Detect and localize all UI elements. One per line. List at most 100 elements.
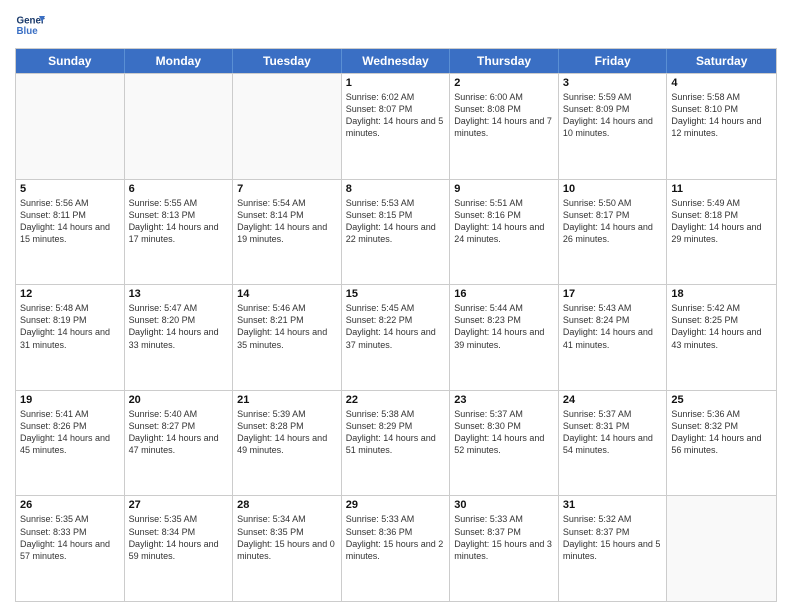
- weekday-header: Wednesday: [342, 49, 451, 73]
- day-info: Sunrise: 5:36 AM Sunset: 8:32 PM Dayligh…: [671, 408, 772, 457]
- day-info: Sunrise: 5:34 AM Sunset: 8:35 PM Dayligh…: [237, 513, 337, 562]
- day-info: Sunrise: 5:33 AM Sunset: 8:36 PM Dayligh…: [346, 513, 446, 562]
- day-info: Sunrise: 5:37 AM Sunset: 8:30 PM Dayligh…: [454, 408, 554, 457]
- day-info: Sunrise: 5:33 AM Sunset: 8:37 PM Dayligh…: [454, 513, 554, 562]
- day-info: Sunrise: 5:39 AM Sunset: 8:28 PM Dayligh…: [237, 408, 337, 457]
- day-number: 5: [20, 183, 120, 195]
- day-info: Sunrise: 6:02 AM Sunset: 8:07 PM Dayligh…: [346, 91, 446, 140]
- calendar-week: 12Sunrise: 5:48 AM Sunset: 8:19 PM Dayli…: [16, 284, 776, 390]
- day-info: Sunrise: 5:50 AM Sunset: 8:17 PM Dayligh…: [563, 197, 663, 246]
- day-cell: 3Sunrise: 5:59 AM Sunset: 8:09 PM Daylig…: [559, 74, 668, 179]
- day-number: 16: [454, 288, 554, 300]
- day-number: 12: [20, 288, 120, 300]
- svg-text:Blue: Blue: [17, 26, 39, 37]
- day-info: Sunrise: 5:40 AM Sunset: 8:27 PM Dayligh…: [129, 408, 229, 457]
- day-cell: 21 Sunrise: 5:39 AM Sunset: 8:28 PM Dayli…: [233, 391, 342, 496]
- day-number: 1: [346, 77, 446, 89]
- weekday-header: Tuesday: [233, 49, 342, 73]
- calendar-header: SundayMondayTuesdayWednesdayThursdayFrid…: [16, 49, 776, 73]
- day-number: 6: [129, 183, 229, 195]
- day-info: Sunrise: 5:56 AM Sunset: 8:11 PM Dayligh…: [20, 197, 120, 246]
- header: General Blue: [15, 10, 777, 40]
- day-number: 19: [20, 394, 120, 406]
- calendar: SundayMondayTuesdayWednesdayThursdayFrid…: [15, 48, 777, 602]
- day-number: 15: [346, 288, 446, 300]
- day-number: 24: [563, 394, 663, 406]
- day-cell: 15 Sunrise: 5:45 AM Sunset: 8:22 PM Dayli…: [342, 285, 451, 390]
- day-number: 30: [454, 499, 554, 511]
- day-cell: 22 Sunrise: 5:38 AM Sunset: 8:29 PM Dayli…: [342, 391, 451, 496]
- day-info: Sunrise: 5:44 AM Sunset: 8:23 PM Dayligh…: [454, 302, 554, 351]
- day-number: 10: [563, 183, 663, 195]
- day-cell: 27Sunrise: 5:35 AM Sunset: 8:34 PM Dayli…: [125, 496, 234, 601]
- day-info: Sunrise: 5:49 AM Sunset: 8:18 PM Dayligh…: [671, 197, 772, 246]
- day-number: 27: [129, 499, 229, 511]
- empty-cell: [125, 74, 234, 179]
- day-cell: 12Sunrise: 5:48 AM Sunset: 8:19 PM Dayli…: [16, 285, 125, 390]
- day-number: 22: [346, 394, 446, 406]
- day-info: Sunrise: 5:51 AM Sunset: 8:16 PM Dayligh…: [454, 197, 554, 246]
- empty-cell: [667, 496, 776, 601]
- day-info: Sunrise: 5:59 AM Sunset: 8:09 PM Dayligh…: [563, 91, 663, 140]
- calendar-week: 26Sunrise: 5:35 AM Sunset: 8:33 PM Dayli…: [16, 495, 776, 601]
- weekday-header: Saturday: [667, 49, 776, 73]
- day-cell: 7Sunrise: 5:54 AM Sunset: 8:14 PM Daylig…: [233, 180, 342, 285]
- day-cell: 30 Sunrise: 5:33 AM Sunset: 8:37 PM Dayli…: [450, 496, 559, 601]
- day-cell: 29 Sunrise: 5:33 AM Sunset: 8:36 PM Dayli…: [342, 496, 451, 601]
- day-cell: 23 Sunrise: 5:37 AM Sunset: 8:30 PM Dayli…: [450, 391, 559, 496]
- day-number: 11: [671, 183, 772, 195]
- day-cell: 20 Sunrise: 5:40 AM Sunset: 8:27 PM Dayli…: [125, 391, 234, 496]
- weekday-header: Monday: [125, 49, 234, 73]
- day-number: 17: [563, 288, 663, 300]
- day-cell: 18Sunrise: 5:42 AM Sunset: 8:25 PM Dayli…: [667, 285, 776, 390]
- day-cell: 11 Sunrise: 5:49 AM Sunset: 8:18 PM Dayli…: [667, 180, 776, 285]
- day-info: Sunrise: 5:45 AM Sunset: 8:22 PM Dayligh…: [346, 302, 446, 351]
- day-number: 29: [346, 499, 446, 511]
- day-cell: 6 Sunrise: 5:55 AM Sunset: 8:13 PM Daylig…: [125, 180, 234, 285]
- day-number: 20: [129, 394, 229, 406]
- day-cell: 2 Sunrise: 6:00 AM Sunset: 8:08 PM Daylig…: [450, 74, 559, 179]
- day-cell: 17 Sunrise: 5:43 AM Sunset: 8:24 PM Dayli…: [559, 285, 668, 390]
- calendar-week: 5 Sunrise: 5:56 AM Sunset: 8:11 PM Daylig…: [16, 179, 776, 285]
- day-cell: 10 Sunrise: 5:50 AM Sunset: 8:17 PM Dayli…: [559, 180, 668, 285]
- day-number: 4: [671, 77, 772, 89]
- day-cell: 4Sunrise: 5:58 AM Sunset: 8:10 PM Daylig…: [667, 74, 776, 179]
- day-cell: 25 Sunrise: 5:36 AM Sunset: 8:32 PM Dayli…: [667, 391, 776, 496]
- day-cell: 16 Sunrise: 5:44 AM Sunset: 8:23 PM Dayli…: [450, 285, 559, 390]
- day-cell: 13 Sunrise: 5:47 AM Sunset: 8:20 PM Dayli…: [125, 285, 234, 390]
- day-info: Sunrise: 5:35 AM Sunset: 8:33 PM Dayligh…: [20, 513, 120, 562]
- day-info: Sunrise: 6:00 AM Sunset: 8:08 PM Dayligh…: [454, 91, 554, 140]
- day-info: Sunrise: 5:41 AM Sunset: 8:26 PM Dayligh…: [20, 408, 120, 457]
- day-info: Sunrise: 5:55 AM Sunset: 8:13 PM Dayligh…: [129, 197, 229, 246]
- day-info: Sunrise: 5:47 AM Sunset: 8:20 PM Dayligh…: [129, 302, 229, 351]
- day-cell: 5 Sunrise: 5:56 AM Sunset: 8:11 PM Daylig…: [16, 180, 125, 285]
- logo: General Blue: [15, 10, 45, 40]
- weekday-header: Thursday: [450, 49, 559, 73]
- day-info: Sunrise: 5:37 AM Sunset: 8:31 PM Dayligh…: [563, 408, 663, 457]
- day-cell: 19 Sunrise: 5:41 AM Sunset: 8:26 PM Dayli…: [16, 391, 125, 496]
- day-cell: 28 Sunrise: 5:34 AM Sunset: 8:35 PM Dayli…: [233, 496, 342, 601]
- day-info: Sunrise: 5:42 AM Sunset: 8:25 PM Dayligh…: [671, 302, 772, 351]
- day-info: Sunrise: 5:43 AM Sunset: 8:24 PM Dayligh…: [563, 302, 663, 351]
- day-info: Sunrise: 5:53 AM Sunset: 8:15 PM Dayligh…: [346, 197, 446, 246]
- day-cell: 9Sunrise: 5:51 AM Sunset: 8:16 PM Daylig…: [450, 180, 559, 285]
- day-number: 31: [563, 499, 663, 511]
- day-number: 21: [237, 394, 337, 406]
- day-number: 2: [454, 77, 554, 89]
- calendar-week: 1 Sunrise: 6:02 AM Sunset: 8:07 PM Daylig…: [16, 73, 776, 179]
- day-number: 25: [671, 394, 772, 406]
- weekday-header: Sunday: [16, 49, 125, 73]
- logo-icon: General Blue: [15, 10, 45, 40]
- day-number: 23: [454, 394, 554, 406]
- day-number: 13: [129, 288, 229, 300]
- day-info: Sunrise: 5:38 AM Sunset: 8:29 PM Dayligh…: [346, 408, 446, 457]
- weekday-header: Friday: [559, 49, 668, 73]
- empty-cell: [233, 74, 342, 179]
- empty-cell: [16, 74, 125, 179]
- day-number: 8: [346, 183, 446, 195]
- day-number: 28: [237, 499, 337, 511]
- day-info: Sunrise: 5:32 AM Sunset: 8:37 PM Dayligh…: [563, 513, 663, 562]
- day-cell: 14Sunrise: 5:46 AM Sunset: 8:21 PM Dayli…: [233, 285, 342, 390]
- day-info: Sunrise: 5:46 AM Sunset: 8:21 PM Dayligh…: [237, 302, 337, 351]
- day-cell: 8 Sunrise: 5:53 AM Sunset: 8:15 PM Daylig…: [342, 180, 451, 285]
